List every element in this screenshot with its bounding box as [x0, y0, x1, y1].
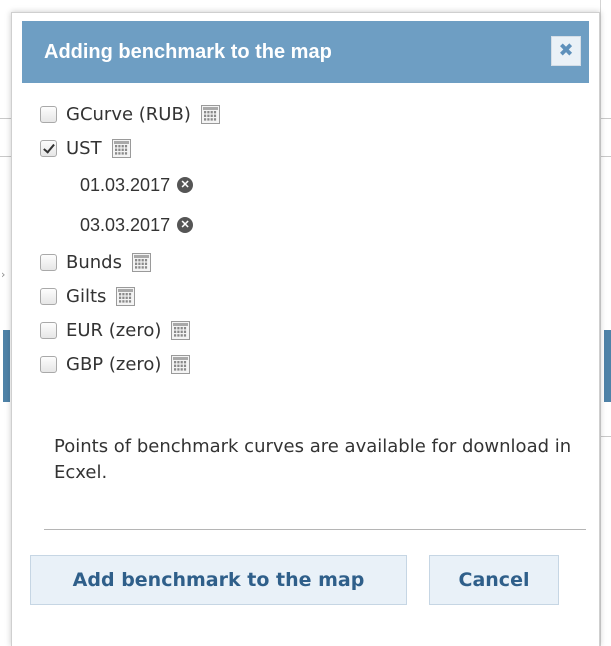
benchmark-list: GCurve (RUB) UST 01.03.2017 ✕ 03.03.2017…	[40, 97, 580, 381]
calendar-icon[interactable]	[116, 286, 136, 306]
add-benchmark-dialog: Adding benchmark to the map ✖ GCurve (RU…	[11, 12, 600, 646]
selected-date: 03.03.2017	[80, 214, 171, 235]
selected-date-item: 01.03.2017 ✕	[40, 165, 580, 205]
calendar-icon[interactable]	[111, 138, 131, 158]
calendar-icon[interactable]	[171, 354, 191, 374]
benchmark-label: Gilts	[66, 285, 107, 307]
benchmark-item-ust: UST	[40, 131, 580, 165]
background-fragment	[600, 156, 611, 157]
background-fragment	[600, 0, 601, 646]
checkbox-eur-zero[interactable]	[40, 321, 57, 339]
selected-date-item: 03.03.2017 ✕	[40, 205, 580, 245]
download-note: Points of benchmark curves are available…	[54, 436, 572, 483]
close-icon[interactable]: ✖	[551, 36, 581, 66]
calendar-icon[interactable]	[200, 104, 220, 124]
dialog-titlebar: Adding benchmark to the map ✖	[22, 21, 589, 83]
remove-date-icon[interactable]: ✕	[177, 217, 194, 233]
calendar-icon[interactable]	[171, 320, 191, 340]
benchmark-label: GBP (zero)	[66, 353, 162, 375]
dialog-title: Adding benchmark to the map	[44, 41, 332, 63]
benchmark-item-bunds: Bunds	[40, 245, 580, 279]
benchmark-item-gbp-zero: GBP (zero)	[40, 347, 580, 381]
benchmark-label: EUR (zero)	[66, 319, 162, 341]
checkbox-gilts[interactable]	[40, 287, 57, 305]
benchmark-item-gilts: Gilts	[40, 279, 580, 313]
checkbox-ust[interactable]	[40, 139, 57, 157]
divider	[44, 529, 586, 530]
benchmark-label: Bunds	[66, 251, 122, 273]
background-fragment	[0, 156, 11, 157]
selected-date: 01.03.2017	[80, 174, 171, 195]
background-accent	[604, 330, 611, 402]
benchmark-label: UST	[66, 137, 102, 159]
background-accent	[3, 330, 10, 402]
background-fragment	[600, 118, 611, 119]
calendar-icon[interactable]	[131, 252, 151, 272]
checkbox-gbp-zero[interactable]	[40, 355, 57, 373]
background-fragment	[600, 436, 611, 437]
benchmark-label: GCurve (RUB)	[66, 103, 191, 125]
background-fragment	[0, 118, 11, 119]
benchmark-item-eur-zero: EUR (zero)	[40, 313, 580, 347]
benchmark-item-gcurve: GCurve (RUB)	[40, 97, 580, 131]
cancel-button[interactable]: Cancel	[429, 555, 559, 605]
checkbox-gcurve[interactable]	[40, 105, 57, 123]
checkbox-bunds[interactable]	[40, 253, 57, 271]
add-benchmark-button[interactable]: Add benchmark to the map	[30, 555, 407, 605]
chevron-right-icon: ›	[1, 268, 6, 281]
remove-date-icon[interactable]: ✕	[177, 177, 194, 193]
